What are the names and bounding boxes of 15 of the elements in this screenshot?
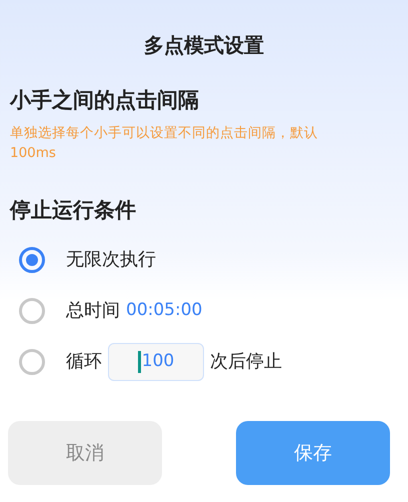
radio-button[interactable] [19, 246, 45, 272]
section-heading: 停止运行条件 [8, 196, 137, 224]
option-label: 无限次执行 [66, 248, 156, 272]
save-button[interactable]: 保存 [236, 421, 390, 485]
time-value[interactable]: 00:05:00 [126, 298, 202, 324]
hint-text: 单独选择每个小手可以设置不同的点击间隔，默认100ms [9, 124, 319, 162]
cancel-button[interactable]: 取消 [8, 421, 162, 485]
option-label: 次后停止 [210, 350, 282, 374]
radio-button[interactable] [19, 298, 45, 324]
dialog-title: 多点模式设置 [143, 32, 265, 59]
radio-button[interactable] [19, 348, 45, 374]
count-field[interactable]: 100 [108, 342, 204, 380]
option-label: 总时间 [66, 299, 120, 323]
section-heading: 小手之间的点击间隔 [8, 87, 200, 114]
option-label: 循环 [66, 350, 102, 374]
